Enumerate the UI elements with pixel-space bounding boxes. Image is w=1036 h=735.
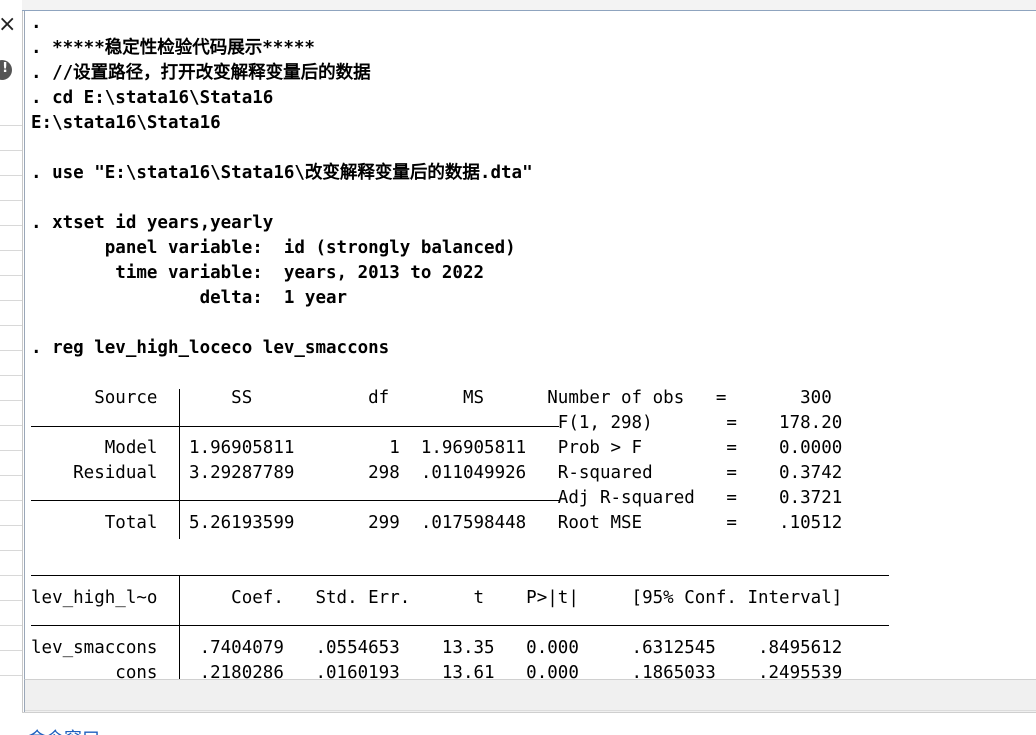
blank-line — [25, 561, 1036, 586]
output-line: delta: 1 year — [31, 288, 348, 308]
anova-model-row: Model 1.96905811 1 1.96905811 Prob > F =… — [31, 438, 843, 458]
coef-rule — [31, 625, 889, 626]
output-line: time variable: years, 2013 to 2022 — [31, 263, 485, 283]
command-window-title: 命令窗口 — [28, 725, 100, 735]
blank-line — [25, 311, 1036, 336]
command-line: . reg lev_high_loceco lev_smaccons — [31, 338, 390, 358]
command-line: . *****稳定性检验代码展示***** — [31, 38, 315, 58]
close-icon[interactable]: × — [0, 14, 16, 36]
blank-line — [25, 536, 1036, 561]
command-line: . use "E:\stata16\Stata16\改变解释变量后的数据.dta… — [31, 163, 533, 183]
coef-divider — [179, 575, 180, 679]
results-window-frame — [22, 0, 1036, 11]
coef-row: lev_smaccons .7404079 .0554653 13.35 0.0… — [31, 638, 843, 658]
coef-header-row: lev_high_l~o Coef. Std. Err. t P>|t| [95… — [31, 588, 843, 608]
output-line: panel variable: id (strongly balanced) — [31, 238, 516, 258]
horizontal-scrollbar[interactable] — [24, 679, 1036, 713]
anova-rule — [31, 426, 559, 427]
command-line: . cd E:\stata16\Stata16 — [31, 88, 274, 108]
output-line: . — [31, 13, 42, 33]
blank-line — [25, 136, 1036, 161]
output-line: E:\stata16\Stata16 — [31, 113, 221, 133]
blank-line — [25, 186, 1036, 211]
blank-line — [25, 361, 1036, 386]
anova-total-row: Total 5.26193599 299 .017598448 Root MSE… — [31, 513, 843, 533]
coef-row: _cons .2180286 .0160193 13.61 0.000 .186… — [31, 663, 843, 679]
side-panel-strip: × ! — [0, 0, 23, 735]
anova-stat-row: F(1, 298) = 178.20 — [31, 413, 843, 433]
results-pane[interactable]: . . *****稳定性检验代码展示***** . //设置路径，打开改变解释变… — [24, 11, 1036, 679]
command-line: . //设置路径，打开改变解释变量后的数据 — [31, 63, 371, 83]
anova-stat-row: Adj R-squared = 0.3721 — [31, 488, 843, 508]
anova-residual-row: Residual 3.29287789 298 .011049926 R-squ… — [31, 463, 843, 483]
anova-rule — [31, 500, 559, 501]
blank-line — [25, 611, 1036, 636]
command-line: . xtset id years,yearly — [31, 213, 274, 233]
coef-rule — [31, 575, 889, 576]
anova-divider — [179, 389, 180, 539]
scrollbar-track[interactable] — [25, 682, 1036, 711]
stata-main-window: × ! . . *****稳定性检验代码展示***** . //设置路径，打开改… — [0, 0, 1036, 735]
command-window-header[interactable]: 命令窗口 — [22, 712, 1036, 735]
anova-header-row: Source SS df MS Number of obs = 300 — [31, 388, 832, 408]
info-icon[interactable]: ! — [0, 60, 12, 80]
